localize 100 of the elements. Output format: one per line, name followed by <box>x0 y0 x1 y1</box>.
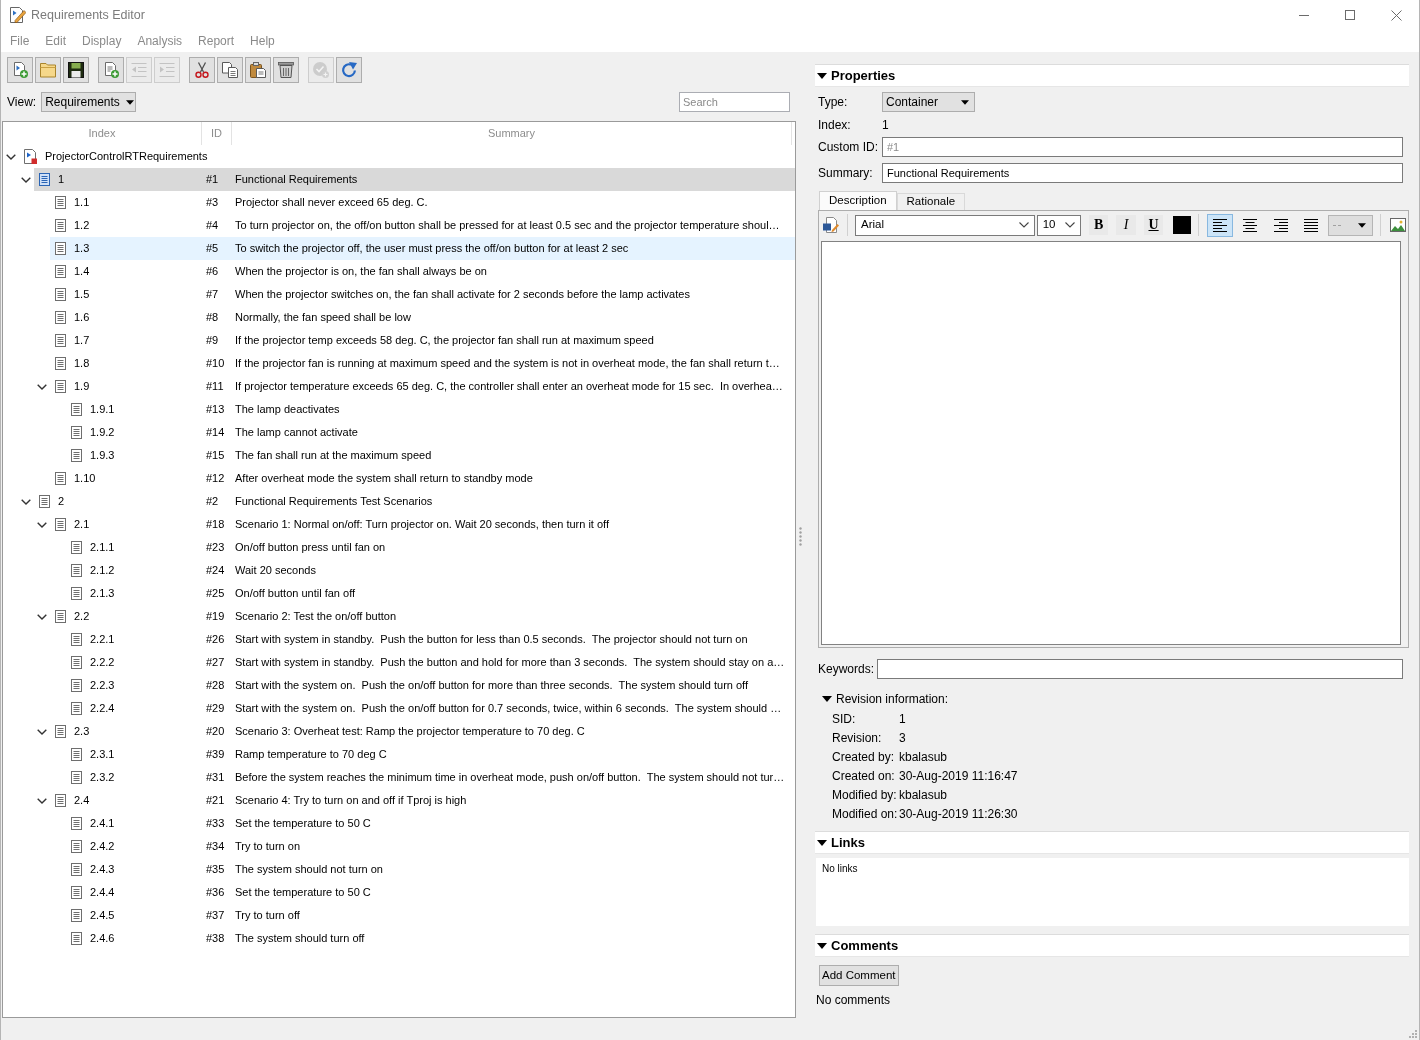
maximize-icon <box>1345 10 1355 20</box>
tree-row[interactable]: 2.3.2 #31 Before the system reaches the minimum time in overheat mode, push on/off button. The system should not tur… <box>66 766 795 789</box>
tree-row[interactable]: 1.9.3 #15 The fan shall run at the maximum speed <box>66 444 795 467</box>
tree-row[interactable]: 2.4.4 #36 Set the temperature to 50 C <box>66 881 795 904</box>
chevron-down-icon[interactable] <box>37 383 47 390</box>
tree-row[interactable]: 1.4 #6 When the projector is on, the fan shall always be on <box>50 260 795 283</box>
triangle-down-icon[interactable] <box>817 942 827 949</box>
tree-row[interactable]: ProjectorControlRTRequirements <box>19 145 792 168</box>
chevron-down-icon[interactable] <box>37 521 47 528</box>
chevron-down-icon[interactable] <box>37 797 47 804</box>
tree-row[interactable]: 2.4.5 #37 Try to turn off <box>66 904 795 927</box>
requirement-index: 2.2.4 <box>90 701 115 716</box>
font-dropdown[interactable]: Arial <box>854 214 1035 236</box>
requirement-id: #24 <box>206 563 225 576</box>
tree-row[interactable]: 2.2.2 #27 Start with system in standby. Push the button and hold for more than 3 seconds. The system should stay on a… <box>66 651 795 674</box>
delete-button[interactable] <box>273 57 299 83</box>
save-button[interactable] <box>63 57 89 83</box>
tree-row[interactable]: 2.4 #21 Scenario 4: Try to turn on and off if Tproj is high <box>50 789 795 812</box>
indent-icon <box>159 62 175 78</box>
triangle-down-icon[interactable] <box>817 72 827 79</box>
align-left-button[interactable] <box>1207 213 1233 237</box>
document-icon <box>71 426 82 439</box>
triangle-down-icon[interactable] <box>817 839 827 846</box>
new-button[interactable] <box>7 57 33 83</box>
custom-id-field[interactable]: #1 <box>882 137 1403 157</box>
tree-row[interactable]: 1.3 #5 To switch the projector off, the user must press the off/on button for at least 2 sec <box>50 237 795 260</box>
italic-button[interactable]: I <box>1116 215 1136 235</box>
tree-row[interactable]: 2.2.1 #26 Start with system in standby. Push the button for less than 0.5 seconds. The projector should not turn on <box>66 628 795 651</box>
tree-row[interactable]: 1.10 #12 After overheat mode the system shall return to standby mode <box>50 467 795 490</box>
tree-row[interactable]: 1.6 #8 Normally, the fan speed shall be low <box>50 306 795 329</box>
tree-row[interactable]: 2.1.1 #23 On/off button press until fan on <box>66 536 795 559</box>
chevron-down-icon[interactable] <box>37 728 47 735</box>
tree-row[interactable]: 1.9.2 #14 The lamp cannot activate <box>66 421 795 444</box>
tree-row[interactable]: 2.4.2 #34 Try to turn on <box>66 835 795 858</box>
keywords-field[interactable] <box>877 659 1403 679</box>
tree-row[interactable]: 1.8 #10 If the projector fan is running at maximum speed and the system is not in overheat mode, the fan shall return t… <box>50 352 795 375</box>
tree-row[interactable]: 1.9.1 #13 The lamp deactivates <box>66 398 795 421</box>
cut-button[interactable] <box>189 57 215 83</box>
menu-item[interactable]: Report <box>190 33 243 49</box>
type-dropdown[interactable]: Container <box>882 92 975 112</box>
tree-row[interactable]: 1.1 #3 Projector shall never exceed 65 deg. C. <box>50 191 795 214</box>
menu-item[interactable]: Display <box>74 33 130 49</box>
document-icon <box>71 771 82 784</box>
add-comment-button[interactable]: Add Comment <box>819 965 899 986</box>
tree-row[interactable]: 1 #1 Functional Requirements <box>34 168 795 191</box>
tree-row[interactable]: 1.9 #11 If projector temperature exceeds 65 deg. C, the controller shall enter an overheat mode for 15 sec. In overhea… <box>50 375 795 398</box>
tree-row[interactable]: 1.2 #4 To turn projector on, the off/on button shall be pressed for at least 0.5 sec and the projector temperature shoul… <box>50 214 795 237</box>
tree-row[interactable]: 2.4.3 #35 The system should not turn on <box>66 858 795 881</box>
tree-row[interactable]: 1.5 #7 When the projector switches on, the fan shall activate for 2 seconds before the lamp activates <box>50 283 795 306</box>
refresh-button[interactable] <box>336 57 362 83</box>
tree-row[interactable]: 2.4.1 #33 Set the temperature to 50 C <box>66 812 795 835</box>
underline-button[interactable]: U <box>1143 215 1164 235</box>
tree-row[interactable]: 2.1 #18 Scenario 1: Normal on/off: Turn projector on. Wait 20 seconds, then turn it off <box>50 513 795 536</box>
chevron-down-icon[interactable] <box>21 498 31 505</box>
section-header[interactable]: Comments <box>815 934 1409 957</box>
insert-image-button[interactable] <box>1387 218 1408 232</box>
tab[interactable]: Description <box>819 191 897 210</box>
add-requirement-button[interactable] <box>98 57 124 83</box>
tree-row[interactable]: 1.7 #9 If the projector temp exceeds 58 deg. C, the projector fan shall run at maximum speed <box>50 329 795 352</box>
chevron-down-icon[interactable] <box>21 176 31 183</box>
chevron-down-icon[interactable] <box>37 613 47 620</box>
tab[interactable]: Rationale <box>896 193 966 210</box>
summary-field[interactable]: Functional Requirements <box>882 163 1403 183</box>
bold-button[interactable]: B <box>1088 215 1109 235</box>
menu-item[interactable]: Edit <box>37 33 75 49</box>
requirement-summary: The system should not turn on <box>235 862 383 875</box>
paste-button[interactable] <box>245 57 271 83</box>
menu-item[interactable]: Analysis <box>129 33 191 49</box>
view-dropdown[interactable]: Requirements <box>41 92 137 112</box>
requirement-index: 2.2.3 <box>90 678 115 693</box>
triangle-down-icon[interactable] <box>822 696 832 702</box>
tree-row[interactable]: 2.3 #20 Scenario 3: Overheat test: Ramp the projector temperature to 70 deg. C <box>50 720 795 743</box>
requirement-summary: If projector temperature exceeds 65 deg. C, the controller shall enter an overheat mode for 15 sec. In overhea… <box>235 379 783 392</box>
requirement-summary: The system should turn off <box>235 931 365 944</box>
requirement-id: #35 <box>206 862 225 875</box>
tree-row[interactable]: 2.3.1 #39 Ramp temperature to 70 deg C <box>66 743 795 766</box>
search-field[interactable]: Search <box>679 92 790 112</box>
requirement-index: 1.10 <box>74 471 96 486</box>
requirement-summary: If the projector temp exceeds 58 deg. C, the projector fan shall run at maximum speed <box>235 333 654 346</box>
menu-item[interactable]: File <box>2 33 38 49</box>
tree-row[interactable]: 2.2 #19 Scenario 2: Test the on/off button <box>50 605 795 628</box>
document-icon <box>55 288 66 301</box>
document-pencil-icon[interactable] <box>823 217 840 233</box>
document-icon <box>55 610 66 623</box>
section-header[interactable]: Properties <box>815 64 1409 87</box>
tree-row[interactable]: 2.2.4 #29 Start with the system on. Push the on/off button for 0.7 seconds, twice, within 6 seconds. The system should … <box>66 697 795 720</box>
tree-row[interactable]: 2.4.6 #38 The system should turn off <box>66 927 795 950</box>
align-right-icon <box>1273 218 1288 232</box>
splitter-grip-icon[interactable] <box>799 526 802 546</box>
color-swatch-icon[interactable] <box>1173 216 1192 234</box>
copy-button[interactable] <box>217 57 243 83</box>
section-header[interactable]: Links <box>815 831 1409 854</box>
tree-row[interactable]: 2.1.3 #25 On/off button until fan off <box>66 582 795 605</box>
column-header[interactable]: Index <box>3 122 202 145</box>
tree-row[interactable]: 2.1.2 #24 Wait 20 seconds <box>66 559 795 582</box>
tree-row[interactable]: 2 #2 Functional Requirements Test Scenarios <box>34 490 795 513</box>
font-size-dropdown[interactable]: 10 <box>1036 214 1081 236</box>
tree-row[interactable]: 2.2.3 #28 Start with the system on. Push the on/off button for more than three seconds. The system should turn off <box>66 674 795 697</box>
chevron-down-icon[interactable] <box>6 153 16 160</box>
resize-grip-icon[interactable] <box>1408 1029 1417 1038</box>
